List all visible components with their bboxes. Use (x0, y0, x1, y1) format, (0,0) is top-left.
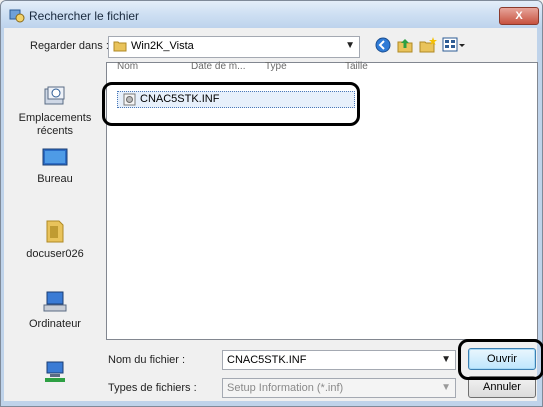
up-folder-icon[interactable] (396, 36, 414, 54)
filename-field[interactable]: CNAC5STK.INF ▼ (222, 350, 456, 370)
title-bar[interactable]: Rechercher le fichier X (1, 1, 542, 29)
place-user[interactable]: docuser026 (10, 218, 100, 261)
place-recent[interactable]: Emplacements récents (10, 84, 100, 138)
lookin-value: Win2K_Vista (131, 40, 194, 52)
filename-label: Nom du fichier : (108, 354, 186, 366)
filetype-select[interactable]: Setup Information (*.inf) ▼ (222, 378, 456, 398)
place-label: Emplacements récents (18, 112, 92, 137)
file-dialog: Rechercher le fichier X Regarder dans : … (0, 0, 543, 407)
place-label: Bureau (37, 173, 73, 185)
column-date[interactable]: Date de m... (191, 61, 245, 75)
view-menu-icon[interactable] (442, 36, 466, 54)
filetype-label: Types de fichiers : (108, 382, 197, 394)
user-folder-icon (46, 220, 64, 243)
lookin-combobox[interactable]: Win2K_Vista ▼ (108, 36, 360, 58)
folder-icon (113, 41, 127, 52)
file-highlight-outline (102, 82, 360, 126)
desktop-icon (42, 148, 68, 166)
column-type[interactable]: Type (265, 61, 287, 75)
chevron-down-icon[interactable]: ▼ (345, 40, 355, 51)
dialog-app-icon (9, 9, 25, 23)
new-folder-icon[interactable] (418, 36, 438, 54)
close-button[interactable]: X (499, 7, 539, 25)
filetype-value: Setup Information (*.inf) (227, 382, 344, 394)
open-button-highlight-outline (458, 339, 543, 380)
network-icon (45, 361, 65, 382)
computer-icon (43, 291, 67, 312)
column-size[interactable]: Taille (345, 61, 368, 75)
lookin-label: Regarder dans : (30, 40, 109, 52)
recent-places-icon (44, 86, 65, 105)
place-label: Ordinateur (29, 318, 81, 330)
place-network[interactable] (10, 360, 100, 388)
window-title: Rechercher le fichier (29, 9, 140, 23)
chevron-down-icon[interactable]: ▼ (441, 354, 451, 365)
filename-value: CNAC5STK.INF (227, 354, 307, 366)
place-computer[interactable]: Ordinateur (10, 290, 100, 331)
chevron-down-icon[interactable]: ▼ (441, 382, 451, 393)
place-desktop[interactable]: Bureau (10, 147, 100, 186)
back-icon[interactable] (374, 36, 392, 54)
column-name[interactable]: Nom (117, 61, 138, 75)
place-label: docuser026 (26, 248, 84, 260)
